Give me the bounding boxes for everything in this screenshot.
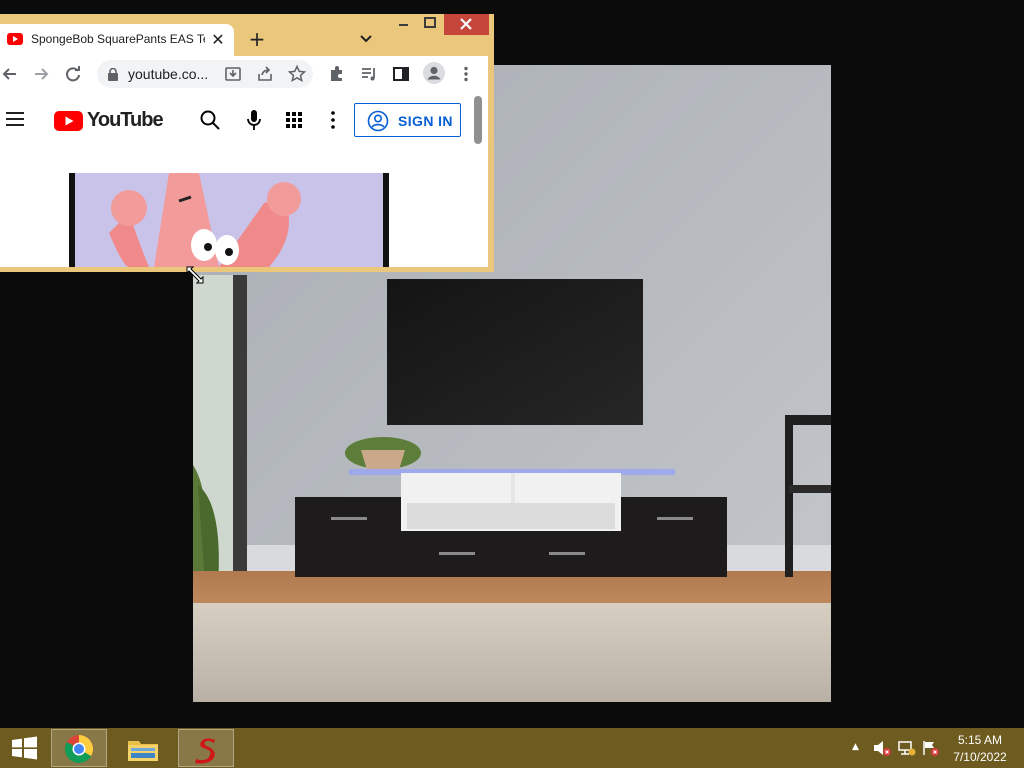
network-icon[interactable]: [898, 740, 916, 756]
page-content: YouTube SIGN IN: [0, 92, 488, 267]
taskbar-file-explorer[interactable]: [115, 729, 171, 767]
title-bar[interactable]: SpongeBob SquarePants EAS Tes ✕ +: [0, 14, 494, 56]
resize-cursor-icon: [186, 266, 204, 284]
new-tab-button[interactable]: +: [247, 29, 267, 50]
maximize-icon[interactable]: [418, 14, 442, 36]
action-center-flag-icon[interactable]: [922, 740, 940, 756]
chrome-window: SpongeBob SquarePants EAS Tes ✕ + youtub…: [0, 14, 494, 272]
minimize-icon[interactable]: [391, 14, 415, 36]
extensions-icon[interactable]: [327, 64, 347, 84]
back-icon[interactable]: [0, 64, 20, 84]
browser-toolbar: youtube.co...: [0, 56, 488, 92]
clock-time[interactable]: 5:15 AM: [944, 733, 1016, 747]
hamburger-menu-icon[interactable]: [5, 110, 25, 128]
tab-close-icon[interactable]: ✕: [209, 31, 227, 49]
url-text[interactable]: youtube.co...: [128, 66, 208, 82]
youtube-favicon-icon: [7, 33, 23, 45]
chevron-down-icon[interactable]: [357, 31, 375, 47]
patrick-star-video-frame: [69, 173, 389, 267]
search-icon[interactable]: [199, 109, 221, 131]
profile-icon[interactable]: [423, 62, 445, 84]
file-explorer-icon: [128, 741, 158, 761]
taskbar: ▲ 5:15 AM 7/10/2022: [0, 728, 1024, 768]
tray-overflow-chevron[interactable]: ▲: [852, 742, 862, 752]
scrollbar-thumb[interactable]: [474, 96, 482, 144]
reload-icon[interactable]: [63, 64, 83, 84]
taskbar-chrome[interactable]: [51, 729, 107, 767]
star-icon[interactable]: [287, 64, 307, 84]
more-vert-icon[interactable]: [326, 110, 340, 130]
menu-icon[interactable]: [456, 64, 476, 84]
video-player[interactable]: [69, 173, 389, 267]
youtube-header: YouTube SIGN IN: [0, 92, 488, 148]
account-circle-icon: [367, 110, 389, 132]
side-panel-icon[interactable]: [391, 64, 411, 84]
speaker-muted-icon[interactable]: [873, 740, 891, 756]
browser-tab[interactable]: SpongeBob SquarePants EAS Tes ✕: [0, 24, 234, 56]
share-icon[interactable]: [255, 64, 275, 84]
youtube-logo-text: YouTube: [87, 109, 164, 131]
lock-icon[interactable]: [107, 68, 119, 81]
s-app-icon: [195, 738, 215, 764]
install-icon[interactable]: [223, 64, 243, 84]
address-bar[interactable]: youtube.co...: [97, 60, 313, 88]
youtube-play-icon: [54, 111, 83, 131]
chrome-icon: [65, 735, 93, 763]
apps-grid-icon[interactable]: [285, 111, 303, 129]
taskbar-s-app[interactable]: [178, 729, 234, 767]
media-icon[interactable]: [359, 64, 379, 84]
close-icon[interactable]: [444, 14, 489, 35]
clock-date[interactable]: 7/10/2022: [944, 750, 1016, 764]
microphone-icon[interactable]: [245, 109, 263, 131]
sign-in-label: SIGN IN: [398, 113, 453, 129]
youtube-logo[interactable]: YouTube: [54, 109, 164, 133]
sign-in-button[interactable]: SIGN IN: [354, 103, 461, 137]
tab-title: SpongeBob SquarePants EAS Tes: [31, 32, 205, 46]
windows-start-icon[interactable]: [0, 728, 48, 768]
forward-icon[interactable]: [31, 64, 51, 84]
